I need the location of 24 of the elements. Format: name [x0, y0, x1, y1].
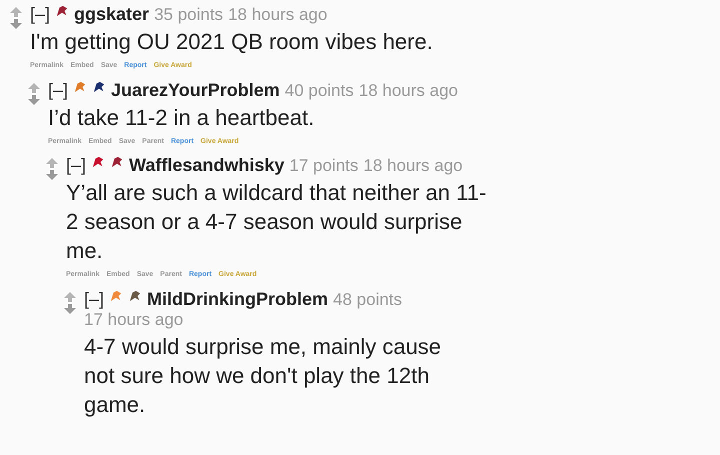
username[interactable]: ggskater [74, 4, 150, 24]
points: 35 points [154, 5, 224, 25]
vote-arrows-icon[interactable] [28, 82, 40, 104]
vote-arrows-icon[interactable] [64, 292, 76, 314]
timestamp: 17 hours ago [84, 310, 184, 330]
username[interactable]: MildDrinkingProblem [147, 288, 328, 308]
points: 48 points [333, 290, 402, 310]
points: 40 points [284, 80, 354, 100]
comment-text: I'm getting OU 2021 QB room vibes here. [30, 28, 433, 56]
vote-arrows-icon[interactable] [10, 7, 22, 29]
collapse-toggle[interactable]: [–] [84, 288, 104, 308]
timestamp: 18 hours ago [363, 156, 463, 176]
username[interactable]: JuarezYourProblem [111, 80, 280, 100]
timestamp: 18 hours ago [228, 5, 328, 25]
collapse-toggle[interactable]: [–] [30, 4, 50, 24]
comment-text: 4-7 would surprise me, mainly cause not sure how we don't play the 12th game. [84, 332, 442, 418]
comment-text: I’d take 11-2 in a heartbeat. [48, 104, 316, 132]
collapse-toggle[interactable]: [–] [66, 155, 86, 175]
timestamp: 18 hours ago [358, 80, 458, 100]
points: 17 points [289, 156, 358, 176]
comment-text: Y’all are such a wildcard that neither an 11-2 season or a 4-7 season would surprise me. [66, 179, 488, 265]
collapse-toggle[interactable]: [–] [48, 80, 68, 100]
vote-arrows-icon[interactable] [46, 158, 58, 180]
username[interactable]: Wafflesandwhisky [129, 155, 284, 175]
